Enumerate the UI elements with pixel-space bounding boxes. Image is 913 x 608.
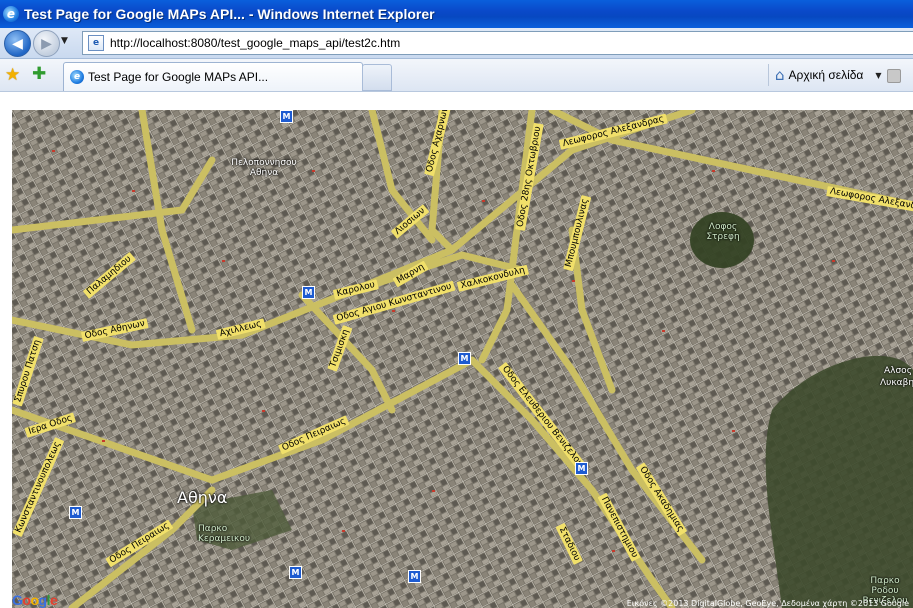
google-logo[interactable]: Google bbox=[12, 592, 58, 608]
history-dropdown-button[interactable]: ▼ bbox=[61, 36, 68, 46]
home-button[interactable]: ⌂ Αρχική σελίδα ▼ bbox=[768, 64, 882, 86]
address-bar: ◀ ▶ ▼ e http://localhost:8080/test_googl… bbox=[0, 28, 913, 59]
metro-station-icon[interactable]: M bbox=[408, 570, 421, 583]
place-label: Αλσος bbox=[884, 366, 912, 376]
metro-station-icon[interactable]: M bbox=[575, 462, 588, 475]
tab-label: Test Page for Google MAPs API... bbox=[88, 70, 269, 84]
window-title-bar: e Test Page for Google MAPs API... - Win… bbox=[0, 0, 913, 28]
feeds-icon[interactable] bbox=[887, 69, 901, 83]
url-text[interactable]: http://localhost:8080/test_google_maps_a… bbox=[110, 36, 400, 50]
favorites-star-icon[interactable]: ★ bbox=[5, 65, 20, 85]
forward-button[interactable]: ▶ bbox=[33, 30, 60, 57]
place-label: Λυκαβητ bbox=[880, 378, 913, 388]
map-copyright: Εικόνες ©2013 DigitalGlobe, GeoEye, Δεδο… bbox=[626, 599, 909, 608]
city-label: Αθηνα bbox=[177, 488, 228, 507]
page-icon: e bbox=[88, 35, 104, 51]
tab-page-icon: e bbox=[70, 70, 84, 84]
metro-station-icon[interactable]: M bbox=[69, 506, 82, 519]
url-field[interactable]: e http://localhost:8080/test_google_maps… bbox=[82, 31, 913, 55]
metro-station-icon[interactable]: M bbox=[302, 286, 315, 299]
page-content: Λεωφορος Αλεξανδρας Λεωφορος Αλεξανδρας … bbox=[0, 92, 913, 608]
home-label: Αρχική σελίδα bbox=[788, 68, 864, 82]
park-label: Λοφος Στρεφη bbox=[706, 222, 740, 242]
window-title: Test Page for Google MAPs API... - Windo… bbox=[24, 6, 435, 22]
home-icon: ⌂ bbox=[775, 66, 785, 84]
internet-explorer-icon: e bbox=[3, 6, 19, 22]
chevron-down-icon[interactable]: ▼ bbox=[875, 71, 881, 80]
metro-station-icon[interactable]: M bbox=[289, 566, 302, 579]
park-label: Παρκο Κεραμεικου bbox=[198, 524, 251, 544]
new-tab-button[interactable] bbox=[362, 64, 392, 91]
place-label: Πελοποννησου Αθηνα bbox=[231, 158, 297, 178]
command-bar: ★ ✚ e Test Page for Google MAPs API... ⌂… bbox=[0, 59, 913, 92]
map-canvas[interactable]: Λεωφορος Αλεξανδρας Λεωφορος Αλεξανδρας … bbox=[12, 110, 913, 608]
add-favorite-icon[interactable]: ✚ bbox=[32, 64, 46, 84]
metro-station-icon[interactable]: M bbox=[280, 110, 293, 123]
metro-station-icon[interactable]: M bbox=[458, 352, 471, 365]
back-button[interactable]: ◀ bbox=[4, 30, 31, 57]
tab-active[interactable]: e Test Page for Google MAPs API... bbox=[63, 62, 363, 91]
